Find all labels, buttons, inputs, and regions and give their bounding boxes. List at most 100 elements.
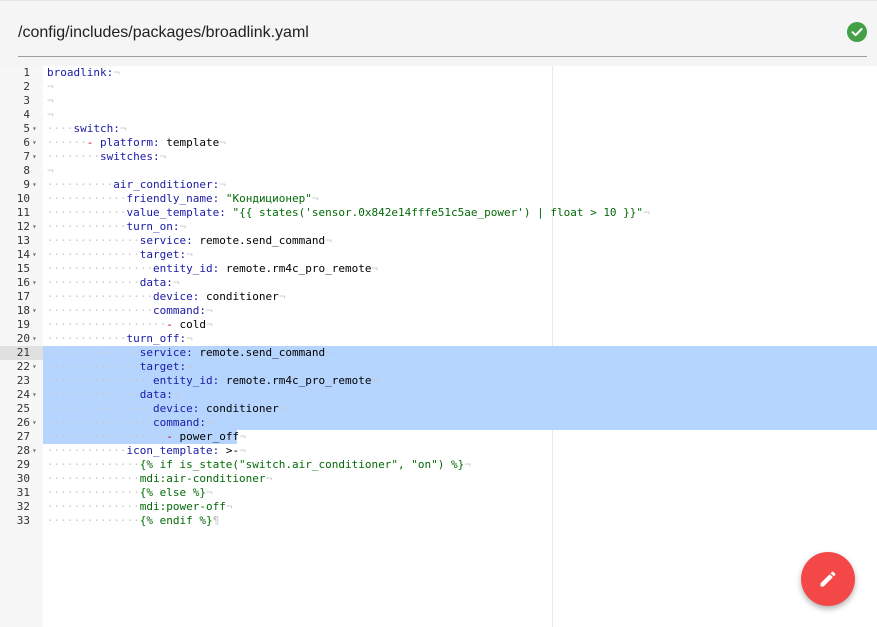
code-line[interactable]: 27 ··················- power_off¬ (0, 430, 877, 444)
end-of-line-marker: ¬ (278, 290, 286, 303)
code-line[interactable]: 4 ¬ (0, 108, 877, 122)
indent-whitespace: ·············· (47, 458, 140, 471)
code-text[interactable]: ··············data:¬ (43, 388, 877, 402)
code-text[interactable]: ··············{% if is_state("switch.air… (43, 458, 877, 472)
code-text[interactable]: ····switch:¬ (43, 122, 877, 136)
fold-arrow-icon[interactable]: ▾ (32, 360, 40, 374)
indent-whitespace: ············ (47, 332, 127, 345)
fold-arrow-icon[interactable]: ▾ (32, 416, 40, 430)
code-text[interactable]: ················device: conditioner¬ (43, 402, 877, 416)
code-line[interactable]: 5 ▾ ····switch:¬ (0, 122, 877, 136)
code-line[interactable]: 32 ··············mdi:power-off¬ (0, 500, 877, 514)
code-text[interactable]: ··············{% endif %}¶ (43, 514, 877, 528)
code-line[interactable]: 28 ▾ ············icon_template: >-¬ (0, 444, 877, 458)
indent-whitespace: ·············· (47, 234, 140, 247)
fold-arrow-icon[interactable]: ▾ (32, 332, 40, 346)
code-text[interactable]: ··············service: remote.send_comma… (43, 234, 877, 248)
code-line[interactable]: 1 broadlink:¬ (0, 66, 877, 80)
code-text[interactable]: ········switches:¬ (43, 150, 877, 164)
code-text[interactable]: broadlink:¬ (43, 66, 877, 80)
code-token: broadlink: (47, 66, 114, 79)
fold-arrow-icon[interactable]: ▾ (32, 122, 40, 136)
code-line[interactable]: 29 ··············{% if is_state("switch.a… (0, 458, 877, 472)
code-line[interactable]: 7 ▾ ········switches:¬ (0, 150, 877, 164)
code-line[interactable]: 26 ▾ ················command:¬ (0, 416, 877, 430)
code-text[interactable]: ············turn_on:¬ (43, 220, 877, 234)
code-text[interactable]: ¬ (43, 108, 877, 122)
code-token: data: (139, 388, 173, 401)
code-line[interactable]: 9 ▾ ··········air_conditioner:¬ (0, 178, 877, 192)
fold-arrow-icon[interactable]: ▾ (32, 220, 40, 234)
code-line[interactable]: 18 ▾ ················command:¬ (0, 304, 877, 318)
fold-arrow-icon[interactable]: ▾ (32, 150, 40, 164)
code-line[interactable]: 13 ··············service: remote.send_com… (0, 234, 877, 248)
code-text[interactable]: ············icon_template: >-¬ (43, 444, 877, 458)
code-text[interactable]: ············turn_off:¬ (43, 332, 877, 346)
code-editor[interactable]: 1 broadlink:¬ 2 ¬ 3 ¬ 4 ¬ 5 ▾ ····switch:¬ 6 ▾ ······… (0, 66, 877, 627)
code-text[interactable]: ················command:¬ (43, 416, 877, 430)
code-text[interactable]: ··············mdi:air-conditioner¬ (43, 472, 877, 486)
code-line[interactable]: 6 ▾ ······- platform: template¬ (0, 136, 877, 150)
fold-arrow-icon[interactable]: ▾ (32, 276, 40, 290)
end-of-line-marker: ¬ (205, 304, 213, 317)
code-line[interactable]: 22 ▾ ··············target:¬ (0, 360, 877, 374)
code-text[interactable]: ················entity_id: remote.rm4c_p… (43, 262, 877, 276)
code-line[interactable]: 20 ▾ ············turn_off:¬ (0, 332, 877, 346)
code-token: conditioner (199, 402, 279, 415)
code-text[interactable]: ··················- cold¬ (43, 318, 877, 332)
code-text[interactable]: ··············mdi:power-off¬ (43, 500, 877, 514)
code-text[interactable]: ··············target:¬ (43, 248, 877, 262)
code-line[interactable]: 33 ··············{% endif %}¶ (0, 514, 877, 528)
code-line[interactable]: 14 ▾ ··············target:¬ (0, 248, 877, 262)
code-line[interactable]: 2 ¬ (0, 80, 877, 94)
code-text[interactable]: ¬ (43, 164, 877, 178)
code-line[interactable]: 15 ················entity_id: remote.rm4c… (0, 262, 877, 276)
code-text[interactable]: ¬ (43, 80, 877, 94)
code-line[interactable]: 21 ··············service: remote.send_com… (0, 346, 877, 360)
line-number: 22 (16, 360, 30, 373)
fold-arrow-icon[interactable]: ▾ (32, 388, 40, 402)
fold-arrow-icon[interactable]: ▾ (32, 304, 40, 318)
code-line[interactable]: 25 ················device: conditioner¬ (0, 402, 877, 416)
fold-arrow-icon[interactable]: ▾ (32, 248, 40, 262)
code-line[interactable]: 8 ¬ (0, 164, 877, 178)
code-text[interactable]: ················entity_id: remote.rm4c_p… (43, 374, 877, 388)
end-of-line-marker: ¬ (186, 360, 193, 373)
code-text[interactable]: ············value_template: "{{ states('… (43, 206, 877, 220)
code-line[interactable]: 24 ▾ ··············data:¬ (0, 388, 877, 402)
edit-fab-button[interactable] (801, 552, 855, 606)
code-text[interactable]: ··············data:¬ (43, 276, 877, 290)
line-number: 18 (16, 304, 30, 317)
line-number: 1 (23, 66, 30, 79)
fold-arrow-icon[interactable]: ▾ (32, 178, 40, 192)
code-text[interactable]: ················device: conditioner¬ (43, 290, 877, 304)
editor-header: /config/includes/packages/broadlink.yaml (0, 0, 877, 66)
code-line[interactable]: 31 ··············{% else %}¬ (0, 486, 877, 500)
code-line[interactable]: 10 ············friendly_name: "Кондиционе… (0, 192, 877, 206)
fold-arrow-icon[interactable]: ▾ (32, 444, 40, 458)
indent-whitespace: ·············· (47, 346, 140, 359)
code-line[interactable]: 3 ¬ (0, 94, 877, 108)
code-text[interactable]: ··············{% else %}¬ (43, 486, 877, 500)
line-number: 27 (16, 430, 30, 443)
code-line[interactable]: 11 ············value_template: "{{ states… (0, 206, 877, 220)
code-line[interactable]: 17 ················device: conditioner¬ (0, 290, 877, 304)
code-text[interactable]: ······- platform: template¬ (43, 136, 877, 150)
code-lines[interactable]: 1 broadlink:¬ 2 ¬ 3 ¬ 4 ¬ 5 ▾ ····switch:¬ 6 ▾ ······… (0, 66, 877, 528)
file-path-field[interactable]: /config/includes/packages/broadlink.yaml (18, 15, 867, 57)
code-text[interactable]: ············friendly_name: "Кондиционер"… (43, 192, 877, 206)
code-text[interactable]: ··············target:¬ (43, 360, 877, 374)
code-text[interactable]: ··················- power_off¬ (43, 430, 877, 444)
code-line[interactable]: 16 ▾ ··············data:¬ (0, 276, 877, 290)
code-text[interactable]: ¬ (43, 94, 877, 108)
code-text[interactable]: ··············service: remote.send_comma… (43, 346, 877, 360)
code-line[interactable]: 30 ··············mdi:air-conditioner¬ (0, 472, 877, 486)
code-line[interactable]: 12 ▾ ············turn_on:¬ (0, 220, 877, 234)
code-text[interactable]: ················command:¬ (43, 304, 877, 318)
end-of-line-marker: ¬ (225, 500, 233, 513)
fold-arrow-icon[interactable]: ▾ (32, 136, 40, 150)
code-token: icon_template: (126, 444, 220, 457)
code-line[interactable]: 23 ················entity_id: remote.rm4c… (0, 374, 877, 388)
code-text[interactable]: ··········air_conditioner:¬ (43, 178, 877, 192)
code-line[interactable]: 19 ··················- cold¬ (0, 318, 877, 332)
